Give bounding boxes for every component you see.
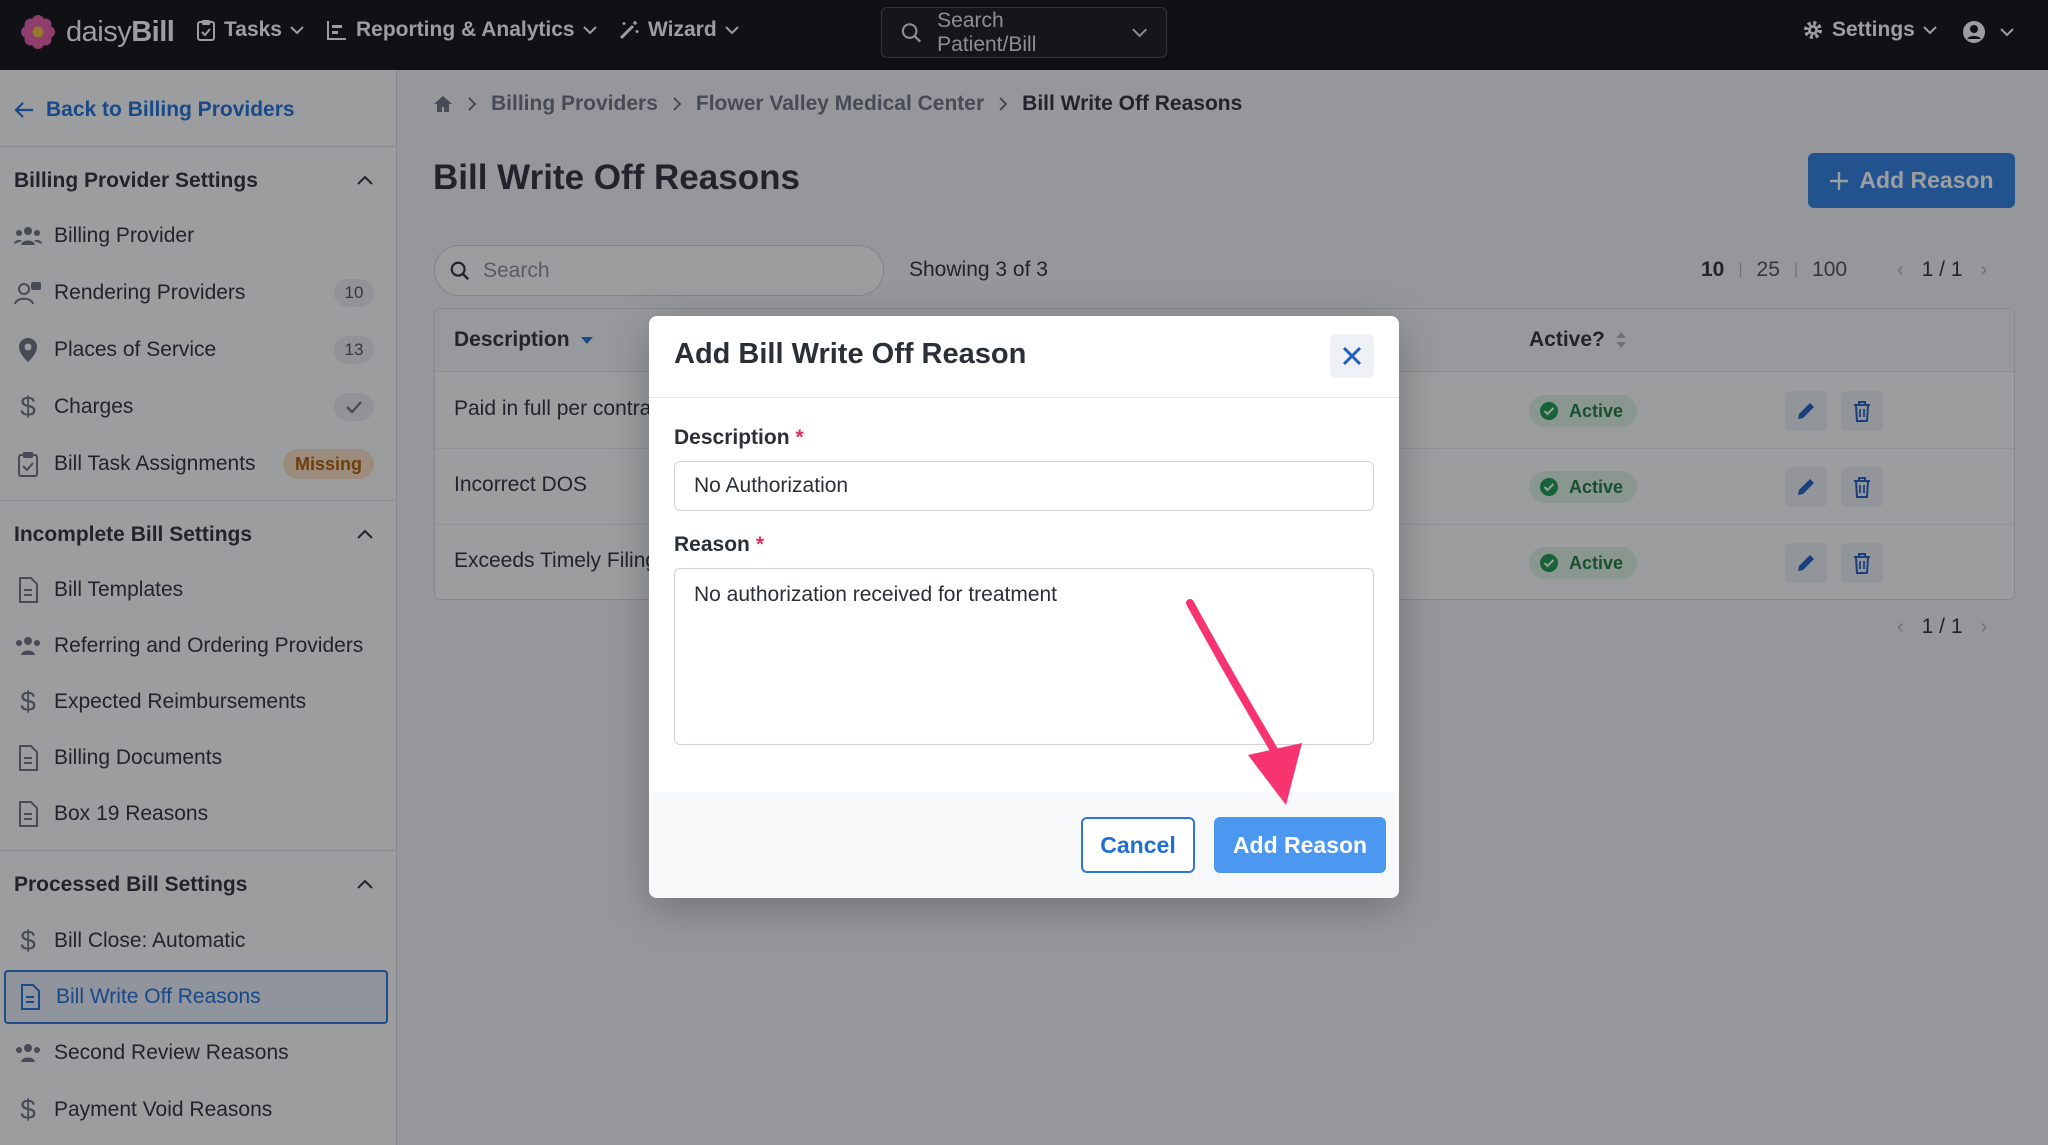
description-input[interactable]: [674, 461, 1374, 511]
annotation-arrow-icon: [1186, 599, 1302, 805]
description-label: Description *: [674, 426, 804, 449]
modal-title: Add Bill Write Off Reason: [674, 338, 1027, 370]
required-mark: *: [755, 533, 765, 556]
submit-add-reason-button[interactable]: Add Reason: [1214, 817, 1386, 873]
reason-label: Reason *: [674, 533, 765, 556]
required-mark: *: [795, 426, 804, 449]
modal-header: Add Bill Write Off Reason: [649, 316, 1399, 398]
close-icon: [1342, 346, 1362, 366]
cancel-button[interactable]: Cancel: [1081, 817, 1195, 873]
modal-close-button[interactable]: [1330, 334, 1374, 378]
